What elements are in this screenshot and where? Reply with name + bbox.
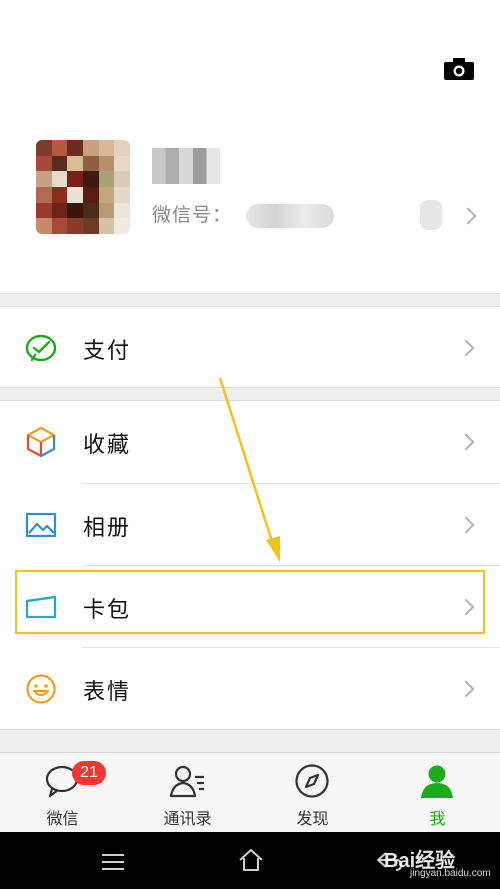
wechat-id-label: 微信号： bbox=[152, 204, 233, 226]
home-icon[interactable] bbox=[238, 848, 264, 872]
avatar-pixel bbox=[51, 140, 68, 156]
avatar-pixel bbox=[83, 140, 99, 156]
me-person-icon bbox=[421, 765, 453, 798]
menu-item-label: 支付 bbox=[83, 339, 132, 364]
menu-icon[interactable] bbox=[102, 854, 124, 870]
avatar[interactable] bbox=[36, 140, 130, 234]
menu-item-label: 收藏 bbox=[83, 433, 132, 458]
unread-badge: 21 bbox=[72, 761, 106, 785]
tab-chats[interactable]: 21 微信 bbox=[0, 753, 125, 833]
avatar-pixel bbox=[114, 218, 130, 234]
avatar-pixel bbox=[51, 155, 68, 172]
tab-label: 我 bbox=[429, 809, 446, 828]
chevron-right-icon bbox=[457, 339, 475, 357]
watermark-url: jingyan.baidu.com bbox=[410, 868, 491, 879]
avatar-pixel bbox=[114, 187, 130, 203]
profile-section[interactable]: 微信号： bbox=[0, 100, 500, 292]
nickname-blurred bbox=[152, 148, 220, 184]
avatar-pixel bbox=[83, 187, 99, 203]
avatar-pixel bbox=[67, 171, 83, 187]
bottom-tab-bar: 21 微信 通讯录 发现 我 bbox=[0, 752, 500, 832]
menu-item-album[interactable]: 相册 bbox=[0, 484, 500, 564]
wechat-id-blurred bbox=[246, 204, 334, 228]
avatar-pixel bbox=[98, 155, 115, 172]
avatar-pixel bbox=[98, 140, 115, 156]
avatar-pixel bbox=[51, 202, 68, 219]
album-image-icon bbox=[25, 512, 57, 538]
wechat-pay-icon bbox=[25, 334, 57, 362]
smiley-icon bbox=[26, 674, 56, 704]
avatar-pixel bbox=[98, 218, 115, 234]
menu-item-pay[interactable]: 支付 bbox=[0, 307, 500, 387]
avatar-pixel bbox=[51, 171, 68, 187]
avatar-pixel bbox=[98, 171, 115, 187]
avatar-pixel bbox=[83, 202, 99, 219]
section-gap bbox=[0, 293, 500, 307]
menu-item-favorites[interactable]: 收藏 bbox=[0, 401, 500, 481]
avatar-pixel bbox=[36, 187, 52, 203]
tab-me[interactable]: 我 bbox=[375, 753, 500, 833]
chevron-right-icon bbox=[457, 433, 475, 451]
qr-code-blurred bbox=[420, 200, 442, 230]
tab-contacts[interactable]: 通讯录 bbox=[125, 753, 250, 833]
contacts-icon bbox=[169, 765, 204, 798]
avatar-pixel bbox=[36, 140, 52, 156]
discover-compass-icon bbox=[295, 764, 329, 798]
chevron-right-icon bbox=[457, 680, 475, 698]
avatar-pixel bbox=[51, 218, 68, 234]
avatar-pixel bbox=[36, 155, 52, 172]
menu-item-stickers[interactable]: 表情 bbox=[0, 648, 500, 728]
avatar-pixel bbox=[36, 171, 52, 187]
avatar-pixel bbox=[98, 202, 115, 219]
avatar-pixel bbox=[114, 140, 130, 156]
tab-label: 微信 bbox=[46, 809, 79, 828]
annotation-highlight-box bbox=[15, 570, 485, 634]
menu-item-label: 表情 bbox=[83, 680, 132, 705]
tab-label: 发现 bbox=[296, 809, 329, 828]
tab-label: 通讯录 bbox=[163, 809, 212, 828]
tab-discover[interactable]: 发现 bbox=[250, 753, 375, 833]
avatar-pixel bbox=[67, 218, 83, 234]
avatar-pixel bbox=[36, 218, 52, 234]
system-navigation-bar: Bai经验 jingyan.baidu.com bbox=[0, 832, 500, 889]
avatar-pixel bbox=[67, 155, 83, 172]
avatar-pixel bbox=[83, 171, 99, 187]
avatar-pixel bbox=[114, 171, 130, 187]
avatar-pixel bbox=[98, 187, 115, 203]
avatar-pixel bbox=[51, 187, 68, 203]
camera-icon[interactable] bbox=[444, 58, 474, 80]
avatar-pixel bbox=[36, 202, 52, 219]
avatar-pixel bbox=[83, 218, 99, 234]
avatar-pixel bbox=[114, 155, 130, 172]
avatar-pixel bbox=[67, 140, 83, 156]
section-gap bbox=[0, 729, 500, 752]
avatar-pixel bbox=[67, 202, 83, 219]
avatar-pixel bbox=[83, 155, 99, 172]
avatar-pixel bbox=[67, 187, 83, 203]
chevron-right-icon bbox=[457, 516, 475, 534]
section-gap bbox=[0, 387, 500, 401]
avatar-pixel bbox=[114, 202, 130, 219]
chevron-right-icon bbox=[459, 207, 477, 225]
favorites-cube-icon bbox=[26, 426, 56, 458]
menu-item-label: 相册 bbox=[83, 516, 132, 541]
